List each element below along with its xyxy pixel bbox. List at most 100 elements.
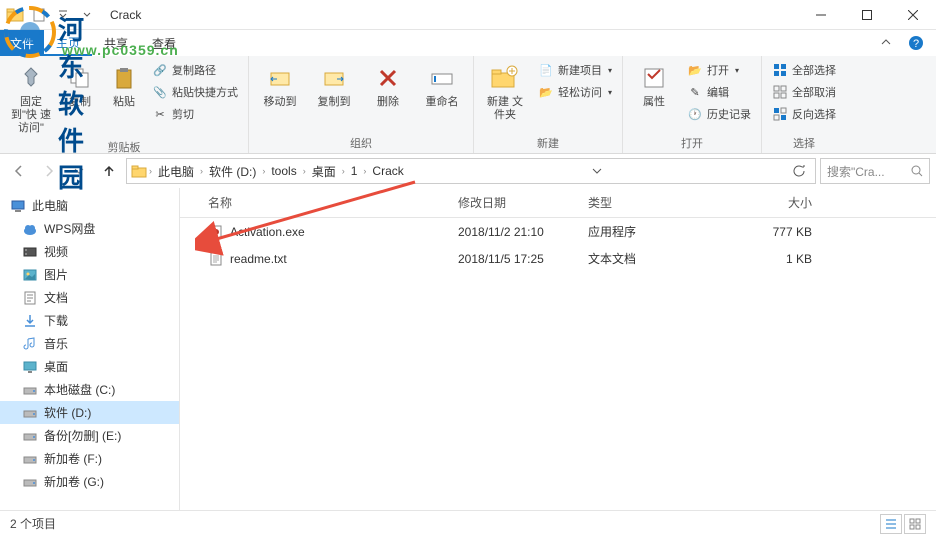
nav-item[interactable]: 本地磁盘 (C:) bbox=[0, 378, 179, 401]
select-none-button[interactable]: 全部取消 bbox=[768, 82, 840, 102]
file-row[interactable]: readme.txt 2018/11/5 17:25 文本文档 1 KB bbox=[180, 245, 936, 272]
chevron-icon[interactable]: › bbox=[149, 166, 152, 176]
move-icon bbox=[264, 62, 296, 94]
nav-item[interactable]: 桌面 bbox=[0, 355, 179, 378]
minimize-button[interactable] bbox=[798, 0, 844, 30]
nav-item[interactable]: 音乐 bbox=[0, 332, 179, 355]
cut-button[interactable]: ✂剪切 bbox=[148, 104, 242, 124]
icons-view-button[interactable] bbox=[904, 514, 926, 534]
nav-item-label: 此电脑 bbox=[32, 197, 68, 214]
details-view-button[interactable] bbox=[880, 514, 902, 534]
select-all-button[interactable]: 全部选择 bbox=[768, 60, 840, 80]
col-size[interactable]: 大小 bbox=[700, 188, 820, 217]
file-tab[interactable]: 文件 bbox=[0, 30, 44, 56]
invert-selection-button[interactable]: 反向选择 bbox=[768, 104, 840, 124]
dropdown-button[interactable] bbox=[585, 166, 609, 176]
nav-item[interactable]: 视频 bbox=[0, 240, 179, 263]
chevron-icon[interactable]: › bbox=[200, 166, 203, 176]
search-input[interactable]: 搜索"Cra... bbox=[820, 158, 930, 184]
delete-button[interactable]: 删除 bbox=[363, 60, 413, 111]
breadcrumb-item[interactable]: 桌面 bbox=[308, 163, 340, 180]
forward-button[interactable] bbox=[36, 158, 62, 184]
nav-item[interactable]: 备份[勿删] (E:) bbox=[0, 424, 179, 447]
file-list[interactable]: Activation.exe 2018/11/2 21:10 应用程序 777 … bbox=[180, 218, 936, 272]
nav-item-label: 新加卷 (G:) bbox=[44, 473, 104, 490]
copy-to-button[interactable]: 复制到 bbox=[309, 60, 359, 111]
refresh-button[interactable] bbox=[787, 164, 811, 178]
pin-icon bbox=[15, 62, 47, 94]
qat-dropdown-icon[interactable] bbox=[52, 4, 74, 26]
help-icon[interactable]: ? bbox=[904, 31, 928, 55]
ribbon-group-select: 全部选择 全部取消 反向选择 选择 bbox=[762, 56, 846, 153]
file-size: 1 KB bbox=[700, 250, 820, 268]
rename-button[interactable]: 重命名 bbox=[417, 60, 467, 111]
easy-access-icon: 📂 bbox=[538, 84, 554, 100]
nav-item-label: 软件 (D:) bbox=[44, 404, 91, 421]
document-icon[interactable] bbox=[28, 4, 50, 26]
breadcrumb-item[interactable]: 此电脑 bbox=[154, 163, 198, 180]
breadcrumb-item[interactable]: Crack bbox=[368, 164, 407, 178]
properties-button[interactable]: 属性 bbox=[629, 60, 679, 111]
copy-button[interactable]: 复制 bbox=[60, 60, 100, 111]
copy-path-button[interactable]: 🔗复制路径 bbox=[148, 60, 242, 80]
back-button[interactable] bbox=[6, 158, 32, 184]
nav-pane[interactable]: 此电脑 WPS网盘视频图片文档下载音乐桌面本地磁盘 (C:) 软件 (D:) 备份[勿… bbox=[0, 188, 180, 510]
folder-icon bbox=[4, 4, 26, 26]
open-button[interactable]: 📂打开▾ bbox=[683, 60, 755, 80]
nav-item[interactable]: 图片 bbox=[0, 263, 179, 286]
nav-item[interactable]: 此电脑 bbox=[0, 194, 179, 217]
exe-file-icon bbox=[208, 224, 224, 240]
overflow-icon[interactable] bbox=[76, 4, 98, 26]
new-item-button[interactable]: 📄新建项目▾ bbox=[534, 60, 616, 80]
rename-icon bbox=[426, 62, 458, 94]
tab-view[interactable]: 查看 bbox=[140, 30, 188, 56]
collapse-ribbon-icon[interactable] bbox=[880, 37, 898, 49]
copy-to-icon bbox=[318, 62, 350, 94]
titlebar: Crack bbox=[0, 0, 936, 30]
breadcrumb-item[interactable]: 软件 (D:) bbox=[205, 163, 260, 180]
file-row[interactable]: Activation.exe 2018/11/2 21:10 应用程序 777 … bbox=[180, 218, 936, 245]
file-name: readme.txt bbox=[230, 252, 287, 266]
col-name[interactable]: 名称 bbox=[180, 188, 450, 217]
nav-item[interactable]: 软件 (D:) bbox=[0, 401, 179, 424]
col-type[interactable]: 类型 bbox=[580, 188, 700, 217]
recent-button[interactable] bbox=[66, 158, 92, 184]
item-count: 2 个项目 bbox=[10, 515, 56, 532]
up-button[interactable] bbox=[96, 158, 122, 184]
nav-item[interactable]: 文档 bbox=[0, 286, 179, 309]
nav-item[interactable]: WPS网盘 bbox=[0, 217, 179, 240]
music-icon bbox=[22, 336, 38, 352]
col-date[interactable]: 修改日期 bbox=[450, 188, 580, 217]
chevron-icon[interactable]: › bbox=[363, 166, 366, 176]
downloads-icon bbox=[22, 313, 38, 329]
search-icon bbox=[911, 165, 923, 177]
tab-home[interactable]: 主页 bbox=[44, 30, 92, 56]
history-button[interactable]: 🕐历史记录 bbox=[683, 104, 755, 124]
pin-button[interactable]: 固定到"快 速访问" bbox=[6, 60, 56, 137]
breadcrumb-item[interactable]: tools bbox=[267, 164, 300, 178]
edit-button[interactable]: ✎编辑 bbox=[683, 82, 755, 102]
file-name: Activation.exe bbox=[230, 225, 305, 239]
select-all-icon bbox=[772, 62, 788, 78]
move-to-button[interactable]: 移动到 bbox=[255, 60, 305, 111]
file-type: 应用程序 bbox=[580, 221, 700, 242]
breadcrumb-item[interactable]: 1 bbox=[347, 164, 362, 178]
nav-item[interactable]: 新加卷 (G:) bbox=[0, 470, 179, 493]
paste-shortcut-button[interactable]: 📎粘贴快捷方式 bbox=[148, 82, 242, 102]
maximize-button[interactable] bbox=[844, 0, 890, 30]
close-button[interactable] bbox=[890, 0, 936, 30]
new-folder-button[interactable]: 新建 文件夹 bbox=[480, 60, 530, 124]
tab-share[interactable]: 共享 bbox=[92, 30, 140, 56]
address-box[interactable]: › 此电脑› 软件 (D:)› tools› 桌面› 1› Crack bbox=[126, 158, 816, 184]
easy-access-button[interactable]: 📂轻松访问▾ bbox=[534, 82, 616, 102]
chevron-icon[interactable]: › bbox=[262, 166, 265, 176]
file-size: 777 KB bbox=[700, 223, 820, 241]
nav-item[interactable]: 下载 bbox=[0, 309, 179, 332]
nav-item[interactable]: 新加卷 (F:) bbox=[0, 447, 179, 470]
paste-button[interactable]: 粘贴 bbox=[104, 60, 144, 111]
delete-icon bbox=[372, 62, 404, 94]
ribbon-group-organize: 移动到 复制到 删除 重命名 组织 bbox=[249, 56, 474, 153]
open-icon: 📂 bbox=[687, 62, 703, 78]
chevron-icon[interactable]: › bbox=[303, 166, 306, 176]
chevron-icon[interactable]: › bbox=[342, 166, 345, 176]
